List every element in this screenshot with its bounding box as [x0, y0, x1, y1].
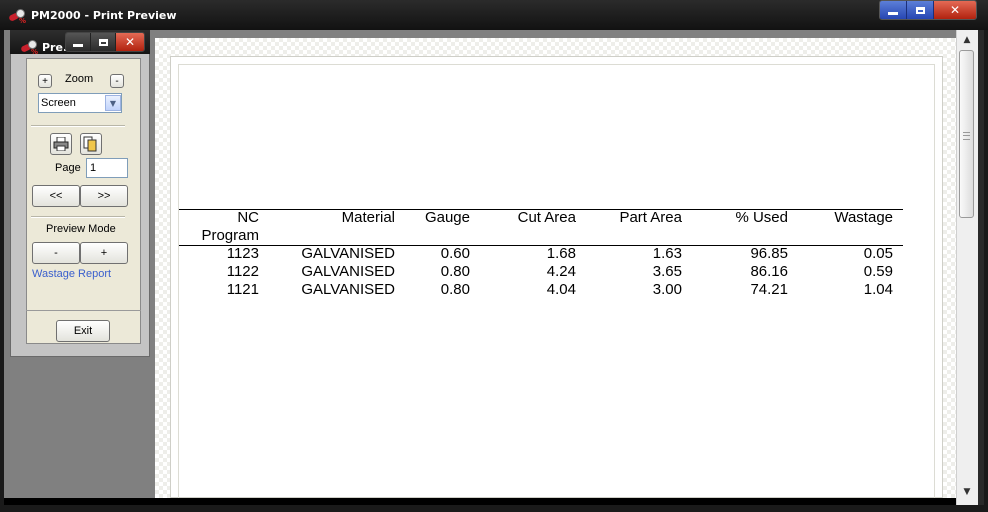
print-button[interactable]	[50, 133, 72, 155]
cell-gauge: 0.80	[440, 281, 470, 298]
cell-wastage: 0.59	[863, 263, 893, 280]
window-border-right	[984, 30, 988, 512]
cell-wastage: 0.05	[863, 245, 893, 262]
chevron-down-icon[interactable]: ▼	[105, 95, 121, 111]
maximize-icon	[915, 6, 925, 14]
zoom-label: Zoom	[65, 73, 94, 85]
separator	[31, 216, 125, 218]
header-gauge: Gauge	[424, 209, 470, 226]
cell-pct-used: 74.21	[750, 281, 788, 298]
cell-material: GALVANISED	[301, 263, 395, 280]
cell-cut-area: 4.04	[546, 281, 576, 298]
scroll-down-arrow-icon[interactable]: ▼	[959, 484, 975, 500]
window-border-bottom	[0, 505, 988, 512]
tool-caption-buttons: ✕	[65, 32, 145, 52]
cell-material: GALVANISED	[301, 245, 395, 262]
header-material: Material	[341, 209, 395, 226]
cell-part-area: 3.00	[652, 281, 682, 298]
cell-cut-area: 4.24	[546, 263, 576, 280]
header-part-area: Part Area	[619, 209, 682, 226]
cell-nc: 1121	[226, 281, 259, 298]
tool-maximize-button[interactable]	[91, 33, 116, 51]
cell-part-area: 3.65	[652, 263, 682, 280]
tool-close-button[interactable]: ✕	[116, 33, 144, 51]
window-edge	[978, 30, 984, 505]
close-icon: ✕	[124, 35, 136, 49]
zoom-in-button[interactable]: +	[38, 74, 52, 88]
previous-page-button[interactable]: <<	[32, 185, 80, 207]
scrollbar-grip-icon	[963, 132, 970, 140]
minimize-button[interactable]	[880, 1, 907, 19]
window-title: PM2000 - Print Preview	[31, 9, 177, 22]
page-label: Page	[55, 162, 81, 174]
cell-gauge: 0.60	[440, 245, 470, 262]
tool-window-title-bar[interactable]: % Pre... ✕	[10, 30, 150, 56]
minimize-icon	[888, 12, 898, 15]
header-nc: NC	[237, 209, 259, 226]
close-button[interactable]: ✕	[934, 1, 976, 19]
window-caption-buttons: ✕	[879, 0, 977, 20]
tool-app-icon: %	[20, 39, 38, 56]
preview-mode-decrease-button[interactable]: -	[32, 242, 80, 264]
header-program: Program	[201, 227, 259, 244]
cell-nc: 1123	[226, 245, 259, 262]
header-pct-used: % Used	[735, 209, 788, 226]
scroll-up-arrow-icon[interactable]: ▲	[959, 32, 975, 48]
maximize-icon	[98, 38, 108, 46]
main-title-bar[interactable]: % PM2000 - Print Preview ✕	[0, 0, 988, 30]
header-wastage: Wastage	[834, 209, 893, 226]
cell-cut-area: 1.68	[546, 245, 576, 262]
cell-material: GALVANISED	[301, 281, 395, 298]
zoom-select[interactable]: Screen ▼	[38, 93, 122, 113]
cell-part-area: 1.63	[652, 245, 682, 262]
next-page-button[interactable]: >>	[80, 185, 128, 207]
cell-gauge: 0.80	[440, 263, 470, 280]
wastage-report-link[interactable]: Wastage Report	[32, 268, 111, 280]
export-button[interactable]	[80, 133, 102, 155]
separator	[26, 310, 141, 311]
page-number-value: 1	[90, 162, 97, 174]
minimize-icon	[73, 44, 83, 47]
printer-icon	[53, 137, 69, 151]
page-number-input[interactable]: 1	[86, 158, 128, 178]
cell-nc: 1122	[226, 263, 259, 280]
close-icon: ✕	[949, 3, 961, 17]
exit-button[interactable]: Exit	[56, 320, 110, 342]
header-cut-area: Cut Area	[517, 209, 576, 226]
app-icon: %	[8, 8, 26, 25]
cell-pct-used: 86.16	[750, 263, 788, 280]
preview-mode-increase-button[interactable]: +	[80, 242, 128, 264]
tool-minimize-button[interactable]	[66, 33, 91, 51]
cell-pct-used: 96.85	[750, 245, 788, 262]
zoom-select-value: Screen	[41, 97, 76, 109]
cell-wastage: 1.04	[863, 281, 893, 298]
preview-mode-label: Preview Mode	[46, 223, 116, 235]
separator	[31, 125, 125, 127]
pages-icon	[83, 136, 97, 152]
zoom-out-button[interactable]: -	[110, 74, 124, 88]
maximize-button[interactable]	[907, 1, 934, 19]
